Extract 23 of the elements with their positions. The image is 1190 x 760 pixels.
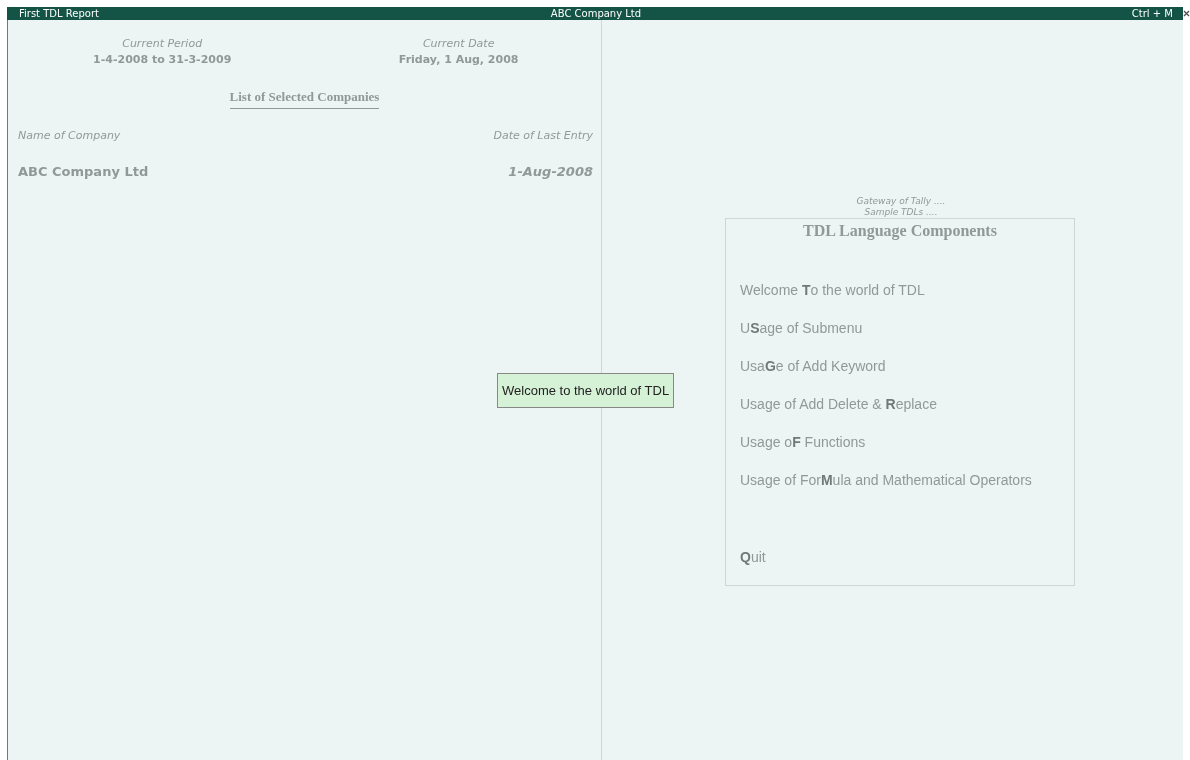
menu-item[interactable]: UsaGe of Add Keyword bbox=[740, 357, 886, 375]
quit-item[interactable]: Quit bbox=[740, 548, 766, 566]
menu-title: TDL Language Components bbox=[803, 222, 997, 240]
last-entry-date: 1-Aug-2008 bbox=[508, 164, 593, 179]
breadcrumb: Sample TDLs .... bbox=[864, 207, 938, 218]
column-header: Name of Company bbox=[18, 129, 121, 142]
company-name[interactable]: ABC Company Ltd bbox=[18, 164, 149, 179]
menu-item[interactable]: Usage of Add Delete & Replace bbox=[740, 395, 937, 413]
menu-item[interactable]: USage of Submenu bbox=[740, 319, 863, 337]
list-title: List of Selected Companies bbox=[229, 89, 380, 109]
shortcut-label: Ctrl + M bbox=[1130, 8, 1173, 19]
menu-item[interactable]: Welcome To the world of TDL bbox=[740, 281, 925, 299]
period-value: 1-4-2008 to 31-3-2009 bbox=[93, 53, 232, 66]
report-title: First TDL Report bbox=[19, 8, 100, 19]
date-value: Friday, 1 Aug, 2008 bbox=[398, 53, 519, 66]
menu-item[interactable]: Usage oF Functions bbox=[740, 433, 866, 451]
column-header: Date of Last Entry bbox=[493, 129, 593, 142]
date-label: Current Date bbox=[422, 37, 495, 50]
company-title: ABC Company Ltd bbox=[549, 8, 643, 19]
period-label: Current Period bbox=[122, 37, 203, 50]
tooltip: Welcome to the world of TDL bbox=[497, 373, 675, 408]
menu-item[interactable]: Usage of ForMula and Mathematical Operators bbox=[740, 471, 1032, 489]
breadcrumb: Gateway of Tally .... bbox=[856, 196, 946, 207]
